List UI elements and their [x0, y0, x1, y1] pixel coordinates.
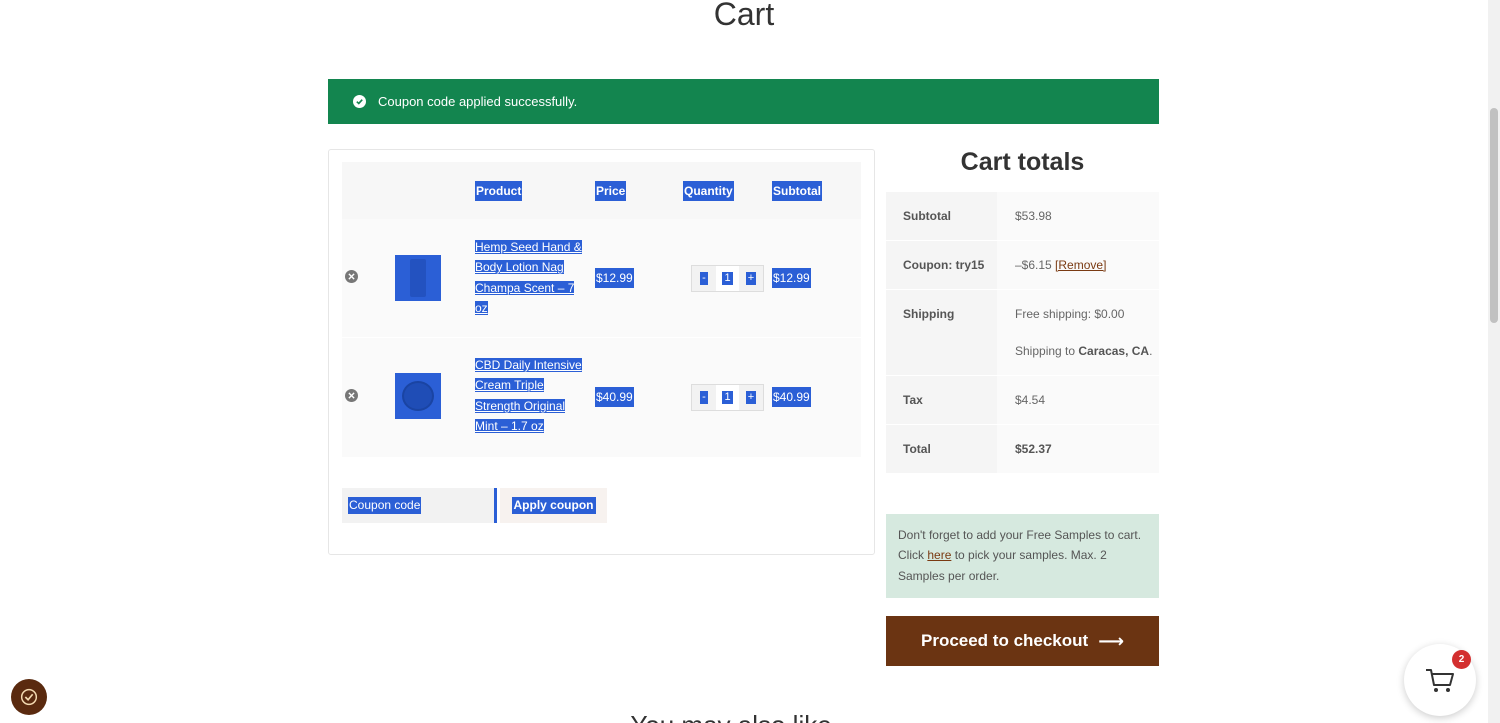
- shipping-method: Free shipping: $0.00: [1015, 307, 1125, 321]
- quantity-stepper[interactable]: - 1 +: [691, 265, 764, 292]
- apply-coupon-button[interactable]: Apply coupon: [500, 488, 607, 523]
- free-samples-link[interactable]: here: [927, 548, 951, 562]
- quantity-minus-button[interactable]: -: [692, 266, 716, 291]
- cart-totals-title: Cart totals: [960, 148, 1085, 176]
- totals-row-total: Total $52.37: [886, 425, 1159, 474]
- quantity-minus-button[interactable]: -: [692, 385, 716, 410]
- quantity-input[interactable]: 1: [716, 266, 739, 291]
- page-title: Cart: [713, 0, 775, 32]
- header-product: Product: [475, 181, 523, 201]
- product-thumbnail[interactable]: [395, 373, 441, 419]
- coupon-code-input[interactable]: Coupon code: [342, 488, 497, 523]
- quantity-plus-button[interactable]: +: [739, 385, 763, 410]
- table-row: Hemp Seed Hand & Body Lotion Nag Champa …: [342, 219, 861, 337]
- totals-row-shipping: Shipping Free shipping: $0.00 Shipping t…: [886, 290, 1159, 376]
- quantity-plus-button[interactable]: +: [739, 266, 763, 291]
- remove-item-icon[interactable]: [345, 389, 358, 402]
- item-price: $40.99: [595, 387, 634, 407]
- shipping-destination: Shipping to Caracas, CA.: [1015, 344, 1153, 358]
- product-link[interactable]: Hemp Seed Hand & Body Lotion Nag Champa …: [475, 237, 585, 318]
- check-circle-icon: [353, 95, 366, 108]
- shopping-cart-icon: [1426, 669, 1454, 692]
- page-scrollbar[interactable]: [1488, 0, 1500, 723]
- totals-row-tax: Tax $4.54: [886, 376, 1159, 425]
- item-subtotal: $12.99: [772, 268, 811, 288]
- proceed-to-checkout-button[interactable]: Proceed to checkout ⟶: [886, 616, 1159, 666]
- header-price: Price: [595, 181, 627, 201]
- related-products-heading: You may also like…: [0, 710, 1488, 723]
- coupon-success-notice: Coupon code applied successfully.: [328, 79, 1159, 124]
- table-header: Product Price Quantity Subtotal: [342, 162, 861, 219]
- scrollbar-thumb[interactable]: [1490, 108, 1498, 323]
- quantity-stepper[interactable]: - 1 +: [691, 384, 764, 411]
- checkout-label: Proceed to checkout: [920, 631, 1089, 650]
- cart-table: Product Price Quantity Subtotal Hemp See…: [342, 162, 861, 457]
- item-subtotal: $40.99: [772, 387, 811, 407]
- quantity-input[interactable]: 1: [716, 385, 739, 410]
- remove-item-icon[interactable]: [345, 270, 358, 283]
- table-row: CBD Daily Intensive Cream Triple Strengt…: [342, 337, 861, 457]
- totals-row-subtotal: Subtotal $53.98: [886, 192, 1159, 241]
- totals-row-coupon: Coupon: try15 –$6.15 [Remove]: [886, 241, 1159, 290]
- arrow-right-icon: ⟶: [1098, 630, 1125, 651]
- header-subtotal: Subtotal: [772, 181, 822, 201]
- product-link[interactable]: CBD Daily Intensive Cream Triple Strengt…: [475, 355, 585, 436]
- free-samples-notice: Don't forget to add your Free Samples to…: [886, 514, 1159, 598]
- cart-totals-table: Subtotal $53.98 Coupon: try15 –$6.15 [Re…: [886, 192, 1159, 474]
- remove-coupon-link[interactable]: [Remove]: [1055, 258, 1106, 272]
- item-price: $12.99: [595, 268, 634, 288]
- product-thumbnail[interactable]: [395, 255, 441, 301]
- cart-count-badge: 2: [1452, 650, 1471, 669]
- notice-message: Coupon code applied successfully.: [378, 94, 578, 109]
- header-quantity: Quantity: [683, 181, 734, 201]
